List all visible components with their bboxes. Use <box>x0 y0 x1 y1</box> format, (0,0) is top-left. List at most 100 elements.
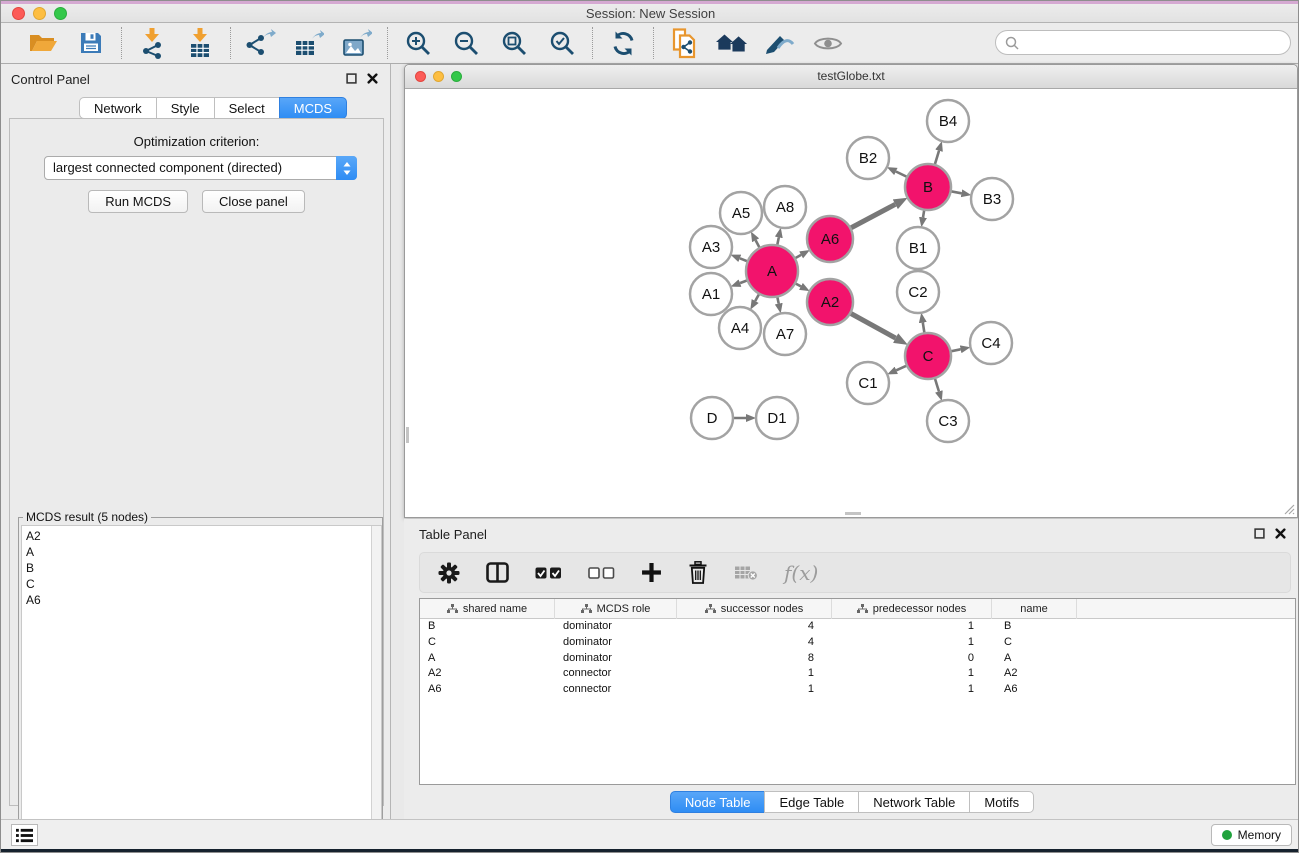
zoom-fit-icon[interactable] <box>498 27 530 59</box>
run-mcds-button[interactable]: Run MCDS <box>88 190 188 213</box>
column-header-predecessor-nodes[interactable]: predecessor nodes <box>832 599 992 619</box>
graph-node-A5[interactable]: A5 <box>720 192 762 234</box>
show-column-icon[interactable] <box>486 562 509 583</box>
table-cell[interactable]: 1 <box>832 635 992 651</box>
criterion-select[interactable]: largest connected component (directed) <box>44 156 357 180</box>
table-row[interactable]: Adominator80A <box>420 651 1295 667</box>
graph-node-A[interactable]: A <box>746 245 798 297</box>
resize-grip[interactable] <box>1283 503 1295 515</box>
network-minimize-icon[interactable] <box>433 71 444 82</box>
table-cell[interactable]: 1 <box>832 682 992 698</box>
import-network-icon[interactable] <box>136 27 168 59</box>
close-panel-icon[interactable] <box>367 73 378 84</box>
table-cell[interactable]: 4 <box>677 619 832 635</box>
table-cell[interactable]: A <box>420 651 555 667</box>
graph-node-D1[interactable]: D1 <box>756 397 798 439</box>
show-all-eye-icon[interactable] <box>812 27 844 59</box>
close-panel-button[interactable]: Close panel <box>202 190 305 213</box>
table-cell[interactable]: 1 <box>832 619 992 635</box>
tab-node-table[interactable]: Node Table <box>670 791 766 813</box>
mcds-result-item[interactable]: B <box>26 560 381 576</box>
table-cell[interactable]: 0 <box>832 651 992 667</box>
network-window-titlebar[interactable]: testGlobe.txt <box>405 65 1297 89</box>
table-cell[interactable]: 4 <box>677 635 832 651</box>
maximize-window-icon[interactable] <box>54 7 67 20</box>
graph-node-A3[interactable]: A3 <box>690 226 732 268</box>
column-header-name[interactable]: name <box>992 599 1077 619</box>
add-column-icon[interactable] <box>641 562 662 583</box>
mcds-result-item[interactable]: A6 <box>26 592 381 608</box>
clone-network-icon[interactable] <box>668 27 700 59</box>
graph-node-A2[interactable]: A2 <box>807 279 853 325</box>
column-header-MCDS-role[interactable]: MCDS role <box>555 599 677 619</box>
table-row[interactable]: A6connector11A6 <box>420 682 1295 698</box>
export-image-icon[interactable] <box>341 27 373 59</box>
mcds-result-item[interactable]: A <box>26 544 381 560</box>
column-header-successor-nodes[interactable]: successor nodes <box>677 599 832 619</box>
graph-node-B2[interactable]: B2 <box>847 137 889 179</box>
open-session-icon[interactable] <box>27 27 59 59</box>
graph-node-D[interactable]: D <box>691 397 733 439</box>
table-row[interactable]: A2connector11A2 <box>420 666 1295 682</box>
table-cell[interactable]: A6 <box>420 682 555 698</box>
node-table[interactable]: shared nameMCDS rolesuccessor nodesprede… <box>419 598 1296 785</box>
tab-network[interactable]: Network <box>79 97 157 119</box>
result-scrollbar[interactable] <box>371 526 381 853</box>
show-hide-graphics-details-icon[interactable] <box>764 27 796 59</box>
close-window-icon[interactable] <box>12 7 25 20</box>
column-header-shared-name[interactable]: shared name <box>420 599 555 619</box>
graph-node-A1[interactable]: A1 <box>690 273 732 315</box>
table-cell[interactable]: 1 <box>832 666 992 682</box>
zoom-in-icon[interactable] <box>402 27 434 59</box>
graph-node-C1[interactable]: C1 <box>847 362 889 404</box>
float-panel-icon[interactable] <box>346 73 357 84</box>
graph-node-A8[interactable]: A8 <box>764 186 806 228</box>
unselect-all-columns-icon[interactable] <box>588 567 615 579</box>
tab-select[interactable]: Select <box>214 97 280 119</box>
table-cell[interactable]: dominator <box>555 651 677 667</box>
table-cell[interactable]: C <box>992 635 1077 651</box>
graph-node-B3[interactable]: B3 <box>971 178 1013 220</box>
graph-node-A6[interactable]: A6 <box>807 216 853 262</box>
canvas-vscroll[interactable] <box>406 427 409 443</box>
network-close-icon[interactable] <box>415 71 426 82</box>
table-cell[interactable]: connector <box>555 682 677 698</box>
table-cell[interactable]: B <box>420 619 555 635</box>
tab-style[interactable]: Style <box>156 97 215 119</box>
tab-motifs[interactable]: Motifs <box>969 791 1034 813</box>
delete-column-icon[interactable] <box>688 561 708 584</box>
table-cell[interactable]: C <box>420 635 555 651</box>
tab-mcds[interactable]: MCDS <box>279 97 347 119</box>
task-history-button[interactable] <box>11 824 38 846</box>
table-cell[interactable]: A2 <box>992 666 1077 682</box>
import-table-icon[interactable] <box>184 27 216 59</box>
table-cell[interactable]: dominator <box>555 635 677 651</box>
tab-edge-table[interactable]: Edge Table <box>764 791 859 813</box>
search-field[interactable] <box>995 30 1291 55</box>
save-session-icon[interactable] <box>75 27 107 59</box>
graph-node-A4[interactable]: A4 <box>719 307 761 349</box>
mcds-result-item[interactable]: C <box>26 576 381 592</box>
close-table-panel-icon[interactable] <box>1275 528 1286 539</box>
zoom-out-icon[interactable] <box>450 27 482 59</box>
show-overview-icon[interactable] <box>716 27 748 59</box>
table-cell[interactable]: dominator <box>555 619 677 635</box>
table-cell[interactable]: B <box>992 619 1077 635</box>
search-input[interactable] <box>1024 35 1274 50</box>
table-cell[interactable]: A2 <box>420 666 555 682</box>
minimize-window-icon[interactable] <box>33 7 46 20</box>
table-options-gear-icon[interactable] <box>438 562 460 584</box>
graph-node-B[interactable]: B <box>905 164 951 210</box>
graph-node-C4[interactable]: C4 <box>970 322 1012 364</box>
graph-node-C3[interactable]: C3 <box>927 400 969 442</box>
tab-network-table[interactable]: Network Table <box>858 791 970 813</box>
table-cell[interactable]: 8 <box>677 651 832 667</box>
zoom-selected-icon[interactable] <box>546 27 578 59</box>
graph-node-C2[interactable]: C2 <box>897 271 939 313</box>
table-cell[interactable]: 1 <box>677 666 832 682</box>
table-cell[interactable]: 1 <box>677 682 832 698</box>
canvas-hscroll[interactable] <box>845 512 861 515</box>
network-canvas[interactable]: B4B2BB3A5A8A6B1A3AC2A1A2A4A7C4CC1DD1C3 <box>405 89 1297 517</box>
memory-button[interactable]: Memory <box>1211 824 1292 846</box>
table-row[interactable]: Cdominator41C <box>420 635 1295 651</box>
